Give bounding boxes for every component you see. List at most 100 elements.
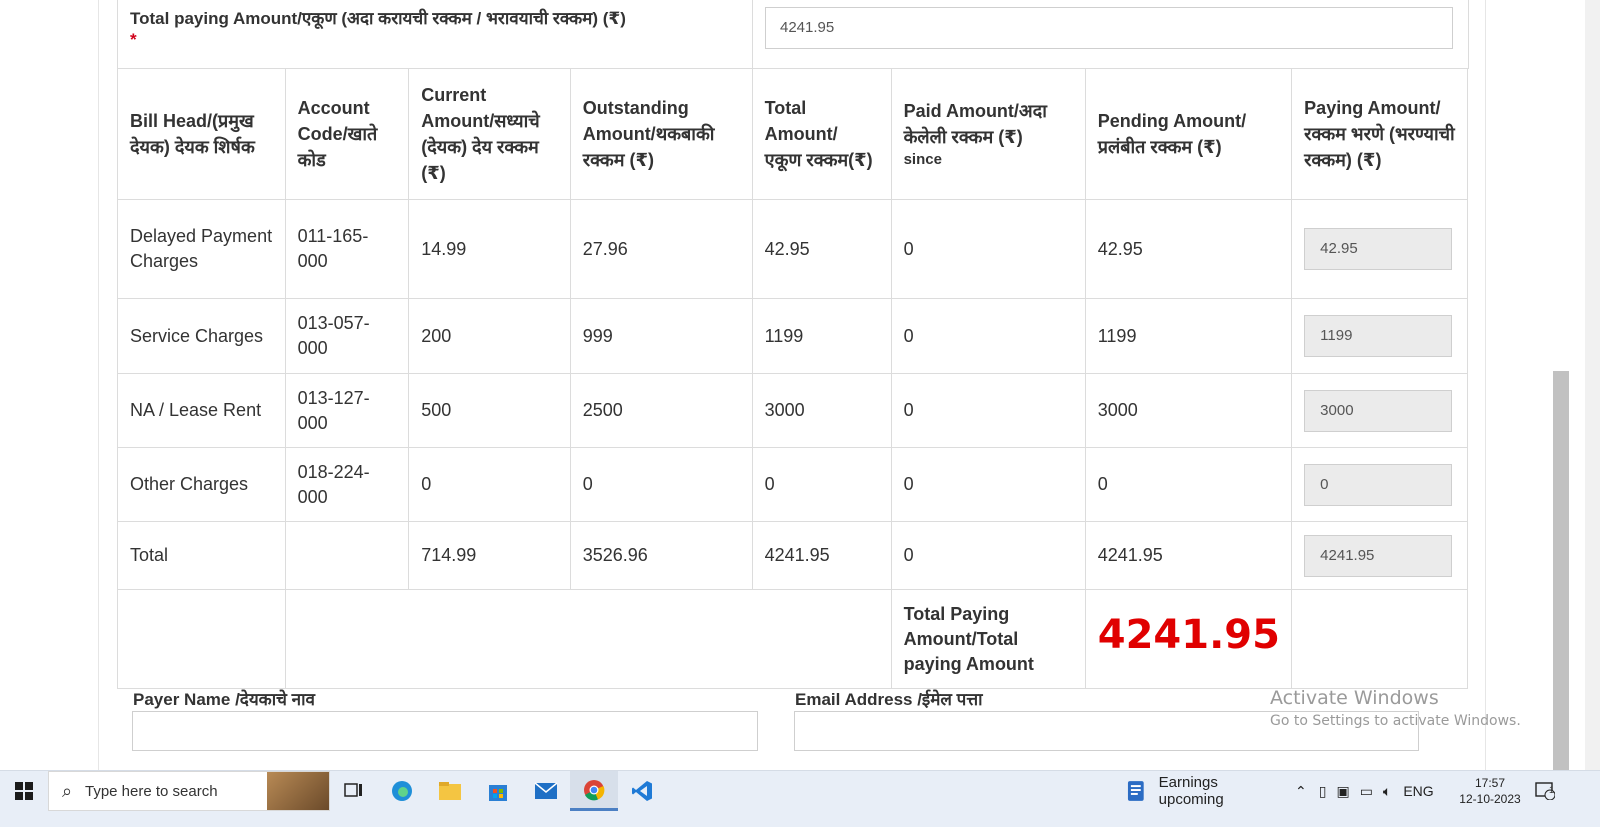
windows-taskbar: ⌕ Type here to search Earnings upcoming …: [0, 770, 1600, 827]
cell-pending: 3000: [1084, 373, 1293, 448]
language-indicator[interactable]: ENG: [1403, 783, 1433, 799]
total-paying-cell: 4241.95: [1291, 521, 1468, 590]
network-icon[interactable]: ▭: [1360, 783, 1373, 800]
cell-paid: 0: [890, 298, 1086, 374]
search-highlight-image: [267, 772, 329, 810]
grand-total-label: Total Paying Amount/Total paying Amount: [890, 589, 1086, 689]
table-header-row: Bill Head/(प्रमुख देयक) देयक शिर्षक Acco…: [117, 68, 1468, 200]
paying-amount-input[interactable]: 1199: [1304, 315, 1453, 357]
cell-outstanding: 0: [569, 447, 753, 522]
header-total-amount: Total Amount/ एकूण रक्कम(₹): [751, 68, 892, 200]
payer-name-label: Payer Name /देयकाचे नाव: [133, 690, 315, 709]
cell-paid: 0: [890, 199, 1086, 299]
earnings-widget[interactable]: Earnings upcoming: [1125, 771, 1285, 811]
cell-pending: 42.95: [1084, 199, 1293, 299]
paying-amount-input[interactable]: 42.95: [1304, 228, 1453, 270]
cell-pending: 1199: [1084, 298, 1293, 374]
activate-windows-watermark: Activate Windows Go to Settings to activ…: [1270, 687, 1521, 729]
chevron-up-icon[interactable]: ⌃: [1295, 783, 1307, 800]
watermark-line1: Activate Windows: [1270, 687, 1439, 709]
total-paying-row: Total paying Amount/एकूण (अदा करायची रक्…: [117, 0, 1469, 69]
header-paid-amount-label: Paid Amount/अदा केलेली रक्कम (₹): [903, 101, 1047, 147]
edge-icon[interactable]: [378, 771, 426, 811]
payer-name-input[interactable]: [132, 711, 758, 751]
total-label: Total: [117, 521, 286, 590]
grand-total-trailing-cell: [1291, 589, 1468, 689]
volume-icon[interactable]: 🔈︎: [1383, 783, 1391, 800]
email-address-label: Email Address /ईमेल पत्ता: [795, 690, 983, 709]
header-bill-head: Bill Head/(प्रमुख देयक) देयक शिर्षक: [117, 68, 286, 200]
total-outstanding: 3526.96: [569, 521, 753, 590]
cell-outstanding: 2500: [569, 373, 753, 448]
windows-start-icon[interactable]: [0, 771, 48, 811]
browser-viewport: Total paying Amount/एकूण (अदा करायची रक्…: [0, 0, 1585, 786]
page-scrollbar-thumb[interactable]: [1553, 371, 1569, 786]
taskbar-search-placeholder: Type here to search: [85, 782, 218, 800]
grand-total-row: Total Paying Amount/Total paying Amount …: [117, 589, 1468, 689]
page-scrollbar-track[interactable]: [1585, 0, 1600, 786]
notification-center-icon[interactable]: 1: [1525, 771, 1565, 811]
table-total-row: Total 714.99 3526.96 4241.95 0 4241.95 4…: [117, 521, 1468, 590]
cell-total: 0: [751, 447, 892, 522]
watermark-line2: Go to Settings to activate Windows.: [1270, 713, 1521, 729]
cell-outstanding: 27.96: [569, 199, 753, 299]
total-paying-input[interactable]: 4241.95: [765, 7, 1453, 49]
mail-icon[interactable]: [522, 771, 570, 811]
cell-paying: 1199: [1291, 298, 1468, 374]
task-view-icon[interactable]: [330, 771, 378, 811]
cell-bill-head: NA / Lease Rent: [117, 373, 286, 448]
news-widget-icon: [1127, 781, 1144, 801]
cell-account-code: 013-127-000: [284, 373, 410, 448]
cell-bill-head: Other Charges: [117, 447, 286, 522]
cell-paid: 0: [890, 447, 1086, 522]
cell-outstanding: 999: [569, 298, 753, 374]
taskbar-clock[interactable]: 17:57 12-10-2023: [1455, 775, 1525, 807]
battery-icon[interactable]: ▯: [1319, 783, 1327, 800]
header-current-amount: Current Amount/सध्याचे (देयक) देय रक्कम …: [408, 68, 571, 200]
grand-total-value: 4241.95: [1097, 612, 1280, 658]
vscode-icon[interactable]: [618, 771, 666, 811]
header-paying-amount: Paying Amount/ रक्कम भरणे (भरण्याची रक्क…: [1291, 68, 1468, 200]
cell-total: 1199: [751, 298, 892, 374]
grand-total-value-cell: 4241.95: [1084, 589, 1293, 689]
table-row: Other Charges 018-224-000 0 0 0 0 0 0: [117, 447, 1468, 522]
header-pending-amount: Pending Amount/ प्रलंबीत रक्कम (₹): [1084, 68, 1293, 200]
total-account-code: [284, 521, 410, 590]
cell-paying: 3000: [1291, 373, 1468, 448]
header-paid-amount: Paid Amount/अदा केलेली रक्कम (₹) since: [890, 68, 1086, 200]
paying-amount-input[interactable]: 3000: [1304, 389, 1453, 432]
bill-table: Bill Head/(प्रमुख देयक) देयक शिर्षक Acco…: [117, 68, 1468, 689]
total-total: 4241.95: [751, 521, 892, 590]
total-paying-amount-input[interactable]: 4241.95: [1304, 534, 1453, 577]
table-row: Service Charges 013-057-000 200 999 1199…: [117, 298, 1468, 374]
cell-bill-head: Service Charges: [117, 298, 286, 374]
cell-account-code: 018-224-000: [284, 447, 410, 522]
total-paying-label-cell: Total paying Amount/एकूण (अदा करायची रक्…: [118, 0, 753, 68]
cell-current: 500: [408, 373, 571, 448]
chrome-icon[interactable]: [570, 771, 618, 811]
notification-count: 1: [1549, 785, 1555, 795]
microsoft-store-icon[interactable]: [474, 771, 522, 811]
table-row: NA / Lease Rent 013-127-000 500 2500 300…: [117, 373, 1468, 448]
total-current: 714.99: [408, 521, 571, 590]
cell-paid: 0: [890, 373, 1086, 448]
cell-current: 14.99: [408, 199, 571, 299]
taskbar-search-box[interactable]: ⌕ Type here to search: [48, 771, 330, 811]
system-tray: ⌃ ▯ ▣ ▭ 🔈︎ ENG: [1295, 771, 1434, 811]
paying-amount-input[interactable]: 0: [1304, 463, 1453, 506]
total-paying-label: Total paying Amount/एकूण (अदा करायची रक्…: [130, 9, 626, 28]
grand-total-spacer-cell: [284, 589, 892, 689]
cell-current: 200: [408, 298, 571, 374]
cell-pending: 0: [1084, 447, 1293, 522]
total-pending: 4241.95: [1084, 521, 1293, 590]
file-explorer-icon[interactable]: [426, 771, 474, 811]
cell-bill-head: Delayed Payment Charges: [117, 199, 286, 299]
cell-account-code: 013-057-000: [284, 298, 410, 374]
cell-account-code: 011-165-000: [284, 199, 410, 299]
meet-now-icon[interactable]: ▣: [1336, 783, 1349, 800]
cell-total: 3000: [751, 373, 892, 448]
cell-paying: 42.95: [1291, 199, 1468, 299]
header-account-code: Account Code/खाते कोड: [284, 68, 410, 200]
clock-time: 17:57: [1474, 776, 1506, 790]
table-row: Delayed Payment Charges 011-165-000 14.9…: [117, 199, 1468, 299]
